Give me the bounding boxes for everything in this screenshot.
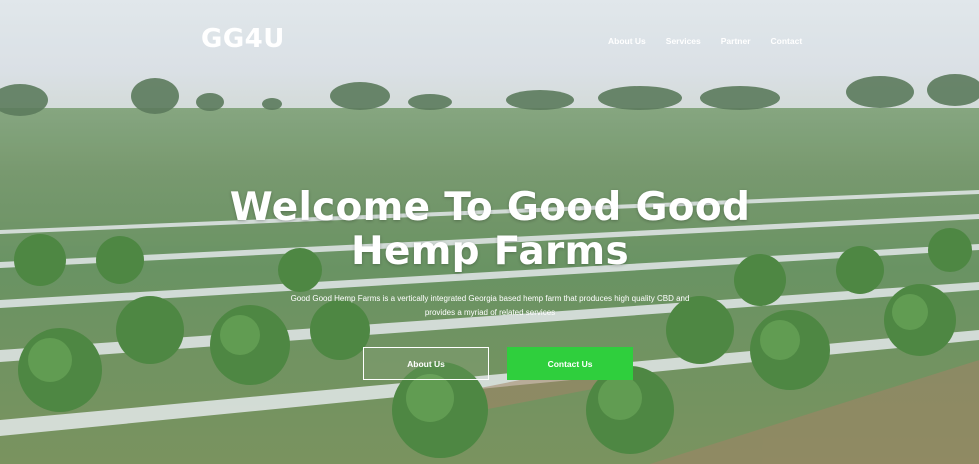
about-us-button[interactable]: About Us [363, 347, 489, 380]
contact-us-button[interactable]: Contact Us [507, 347, 633, 380]
nav-contact[interactable]: Contact [771, 36, 803, 46]
nav-partner[interactable]: Partner [721, 36, 751, 46]
hero-headline-line1: Welcome To Good Good [229, 185, 751, 230]
site-logo[interactable]: GG4U [201, 24, 285, 54]
nav-services[interactable]: Services [666, 36, 701, 46]
hero-headline-line2: Hemp Farms [351, 229, 629, 274]
hero-headline: Welcome To Good Good Hemp Farms [120, 186, 860, 274]
nav-about-us[interactable]: About Us [608, 36, 646, 46]
main-navigation: About Us Services Partner Contact [608, 36, 802, 46]
hero-subtitle: Good Good Hemp Farms is a vertically int… [290, 294, 690, 317]
